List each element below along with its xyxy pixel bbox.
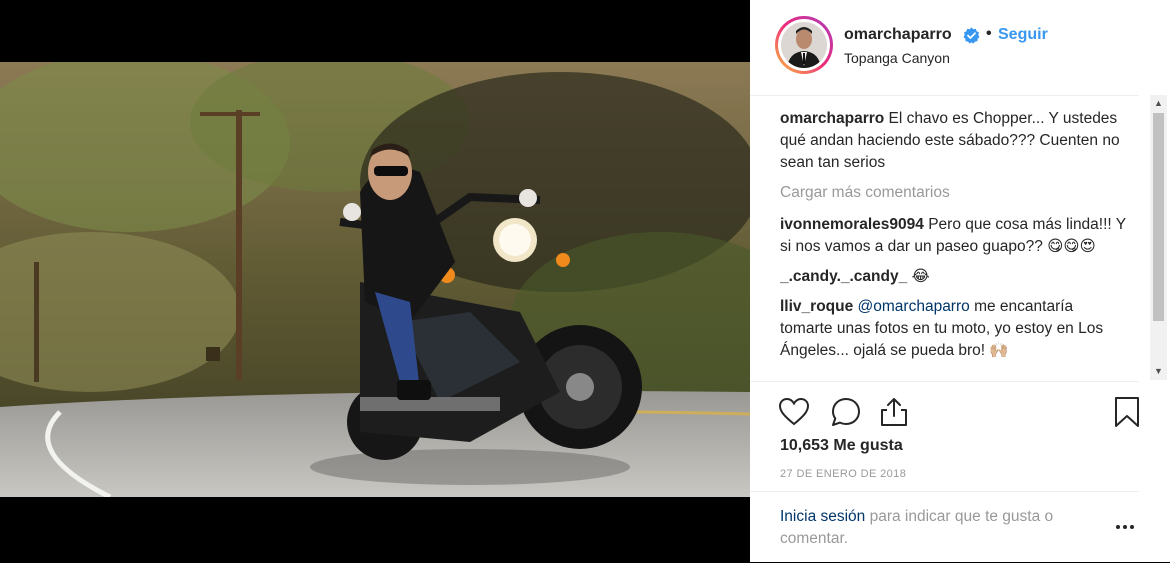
avatar-border [778, 19, 830, 71]
post-media [0, 0, 750, 562]
motorcycle-rider-photo [0, 62, 750, 497]
login-link[interactable]: Inicia sesión [780, 508, 865, 525]
comment-bubble-icon[interactable] [829, 395, 863, 429]
post-location[interactable]: Topanga Canyon [844, 50, 950, 66]
post-side-panel: omarchaparro • Seguir Topanga Canyon oma… [750, 0, 1170, 562]
comment-item: ivonnemorales9094 Pero que cosa más lind… [780, 214, 1126, 258]
post-date[interactable]: 27 DE ENERO DE 2018 [780, 468, 906, 480]
comment-item: _.candy._.candy_ 😂 [780, 266, 1126, 288]
scroll-up-arrow-icon[interactable]: ▲ [1150, 95, 1167, 112]
likes-count[interactable]: 10,653 Me gusta [780, 437, 903, 455]
post-photo[interactable] [0, 62, 750, 497]
login-prompt: Inicia sesión para indicar que te gusta … [780, 506, 1100, 550]
profile-photo-icon [781, 22, 827, 68]
post-username[interactable]: omarchaparro [844, 26, 952, 44]
share-icon[interactable] [877, 395, 911, 429]
avatar[interactable] [775, 16, 833, 74]
separator-dot: • [986, 25, 992, 42]
comment-username[interactable]: _.candy._.candy_ [780, 268, 907, 285]
login-footer: Inicia sesión para indicar que te gusta … [750, 491, 1139, 563]
comment-username[interactable]: lliv_roque [780, 298, 853, 315]
scroll-down-arrow-icon[interactable]: ▼ [1150, 363, 1167, 380]
avatar-image [781, 22, 827, 68]
post-actions [750, 381, 1139, 442]
comment-text: 😂 [911, 268, 930, 285]
scrollbar-thumb[interactable] [1153, 113, 1164, 321]
load-more-comments-button[interactable]: Cargar más comentarios [780, 182, 1126, 204]
caption-username[interactable]: omarchaparro [780, 110, 884, 127]
comment-mention[interactable]: @omarchaparro [858, 298, 970, 315]
comments-scrollbar[interactable]: ▲ ▼ [1150, 95, 1167, 380]
comments-list[interactable]: omarchaparro El chavo es Chopper... Y us… [780, 108, 1126, 380]
post-header: omarchaparro • Seguir Topanga Canyon [750, 0, 1139, 96]
follow-button[interactable]: Seguir [998, 26, 1048, 44]
caption: omarchaparro El chavo es Chopper... Y us… [780, 108, 1126, 174]
bookmark-icon[interactable] [1110, 395, 1144, 429]
verified-badge-icon [963, 27, 980, 44]
heart-icon[interactable] [777, 395, 811, 429]
more-options-icon[interactable] [1114, 522, 1136, 532]
comment-username[interactable]: ivonnemorales9094 [780, 216, 924, 233]
comment-item: lliv_roque @omarchaparro me encantaría t… [780, 296, 1126, 362]
